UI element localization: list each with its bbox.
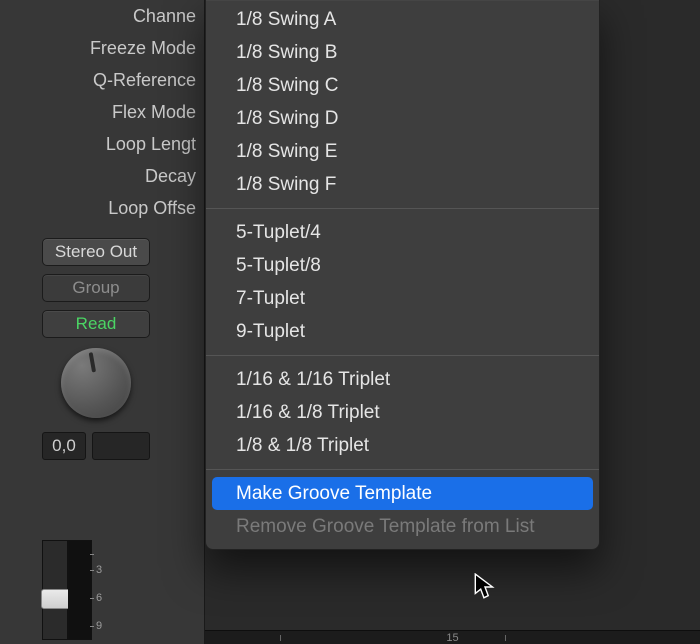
timeline-label: 15 — [446, 632, 458, 644]
fader-rail[interactable] — [42, 540, 68, 640]
param-freeze-mode[interactable]: Freeze Mode — [0, 32, 204, 64]
param-channel[interactable]: Channe — [0, 0, 204, 32]
menu-item-make-groove-template[interactable]: Make Groove Template — [212, 477, 593, 510]
menu-item-swing-e[interactable]: 1/8 Swing E — [206, 135, 599, 168]
pan-knob[interactable] — [61, 348, 131, 418]
output-button[interactable]: Stereo Out — [42, 238, 150, 266]
level-meter — [68, 540, 92, 640]
fader-meter-area: 3 6 9 — [42, 540, 150, 640]
param-flex-mode[interactable]: Flex Mode — [0, 96, 204, 128]
menu-item-16-16-triplet[interactable]: 1/16 & 1/16 Triplet — [206, 363, 599, 396]
menu-item-remove-groove-template: Remove Groove Template from List — [206, 510, 599, 543]
param-loop-length[interactable]: Loop Lengt — [0, 128, 204, 160]
fader-cap[interactable] — [41, 589, 71, 609]
menu-separator — [206, 208, 599, 209]
timeline-footer: 15 — [205, 630, 700, 644]
menu-item-swing-f[interactable]: 1/8 Swing F — [206, 168, 599, 201]
menu-item-5tuplet8[interactable]: 5-Tuplet/8 — [206, 249, 599, 282]
menu-item-swing-c[interactable]: 1/8 Swing C — [206, 69, 599, 102]
menu-item-swing-d[interactable]: 1/8 Swing D — [206, 102, 599, 135]
pan-value-field[interactable]: 0,0 — [42, 432, 86, 460]
param-loop-offset[interactable]: Loop Offse — [0, 192, 204, 224]
group-button[interactable]: Group — [42, 274, 150, 302]
menu-item-9tuplet[interactable]: 9-Tuplet — [206, 315, 599, 348]
menu-item-swing-b[interactable]: 1/8 Swing B — [206, 36, 599, 69]
automation-button[interactable]: Read — [42, 310, 150, 338]
channel-strip: Stereo Out Group Read — [0, 238, 204, 418]
menu-separator — [206, 355, 599, 356]
menu-item-8-8-triplet[interactable]: 1/8 & 1/8 Triplet — [206, 429, 599, 462]
menu-item-16-8-triplet[interactable]: 1/16 & 1/8 Triplet — [206, 396, 599, 429]
quantize-menu: 1/8 Swing A 1/8 Swing B 1/8 Swing C 1/8 … — [205, 0, 600, 550]
menu-item-5tuplet4[interactable]: 5-Tuplet/4 — [206, 216, 599, 249]
volume-value-field[interactable] — [92, 432, 150, 460]
menu-separator — [206, 469, 599, 470]
param-decay[interactable]: Decay — [0, 160, 204, 192]
param-q-reference[interactable]: Q-Reference — [0, 64, 204, 96]
menu-item-7tuplet[interactable]: 7-Tuplet — [206, 282, 599, 315]
inspector-panel: Channe Freeze Mode Q-Reference Flex Mode… — [0, 0, 205, 644]
menu-item-swing-a[interactable]: 1/8 Swing A — [206, 3, 599, 36]
meter-scale: 3 6 9 — [96, 540, 102, 640]
